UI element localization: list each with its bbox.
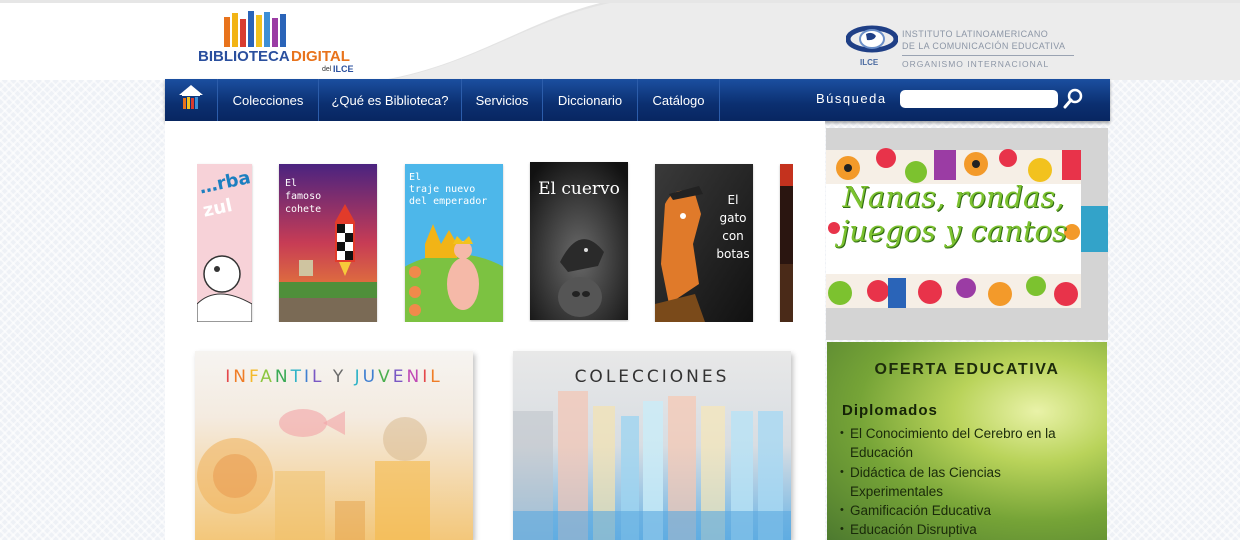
nav-diccionario[interactable]: Diccionario [543, 79, 638, 121]
tile-infantil-title-letter: I [303, 367, 312, 387]
tile-infantil-title-letter: J [354, 367, 363, 387]
logo-del: del [322, 66, 332, 73]
tile-colecciones[interactable]: COLECCIONES [513, 351, 791, 540]
svg-text:botas: botas [716, 247, 749, 261]
logo-word-digital: DIGITAL [291, 48, 350, 65]
logo-word-biblioteca: BIBLIOTECA [198, 48, 290, 65]
ilce-abbreviation: ILCE [860, 58, 879, 67]
tile-colecciones-title: COLECCIONES [574, 367, 730, 387]
logo-book-spine [232, 13, 238, 47]
tile-infantil-title-letter: Y [332, 367, 347, 387]
tile-infantil-title-letter: T [290, 367, 304, 387]
svg-text:del emperador: del emperador [409, 196, 487, 207]
nav-home-button[interactable] [165, 79, 218, 121]
search-button[interactable] [1062, 88, 1084, 110]
svg-text:traje nuevo: traje nuevo [409, 184, 475, 195]
logo-book-spine [272, 18, 278, 47]
diplomado-item[interactable]: El Conocimiento del Cerebro en la Educac… [840, 424, 1095, 463]
banner-title: Nanas, rondas, juegos y cantos [826, 180, 1081, 248]
book-carousel: …rba zul El famoso cohete El traje nuevo… [197, 157, 793, 322]
sidebar: Nanas, rondas, juegos y cantos OFERTA ED… [826, 128, 1108, 540]
tile-infantil-title-letter: L [430, 367, 443, 387]
oferta-subtitle: Diplomados [842, 402, 938, 419]
tile-infantil-title-letter: L [311, 367, 325, 387]
svg-text:cohete: cohete [285, 204, 321, 215]
tile-infantil-title-letter: N [233, 367, 249, 387]
banner-title-line1: Nanas, rondas, [842, 180, 1065, 214]
book-4-title: El [728, 193, 739, 207]
banner-title-line2: juegos y cantos [840, 214, 1067, 248]
diplomado-item[interactable]: Gamificación Educativa [840, 501, 1095, 521]
tile-infantil-title-letter: E [392, 367, 407, 387]
book-1-title: El [285, 178, 297, 189]
logo-book-spine [264, 12, 270, 47]
ilce-org-type: ORGANISMO INTERNACIONAL [902, 59, 1050, 69]
nav-catalogo[interactable]: Catálogo [638, 79, 720, 121]
svg-text:gato: gato [719, 211, 746, 225]
ilce-logo[interactable]: ILCE INSTITUTO LATINOAMERICANO DE LA COM… [846, 25, 1086, 71]
tile-infantil-title-letter: F [248, 367, 261, 387]
tile-infantil-title-letter: A [260, 367, 275, 387]
logo-book-spine [240, 19, 246, 47]
book-2-title: El [409, 172, 421, 183]
nav-servicios[interactable]: Servicios [462, 79, 543, 121]
oferta-title: OFERTA EDUCATIVA [874, 361, 1060, 378]
banner-nanas-rondas[interactable]: Nanas, rondas, juegos y cantos [826, 128, 1108, 340]
magnifier-icon [1063, 88, 1083, 109]
search-label: Búsqueda [816, 91, 887, 106]
logo-book-spine [256, 15, 262, 47]
ilce-name-line2: DE LA COMUNICACIÓN EDUCATIVA [902, 41, 1066, 51]
ilce-globe-icon [846, 25, 898, 53]
tile-infantil-title-letter [346, 367, 354, 387]
logo-ilce: ILCE [333, 64, 354, 74]
tile-infantil-juvenil[interactable]: INFANTIL Y JUVENIL [195, 351, 473, 540]
nav-colecciones[interactable]: Colecciones [218, 79, 319, 121]
tile-infantil-title-letter: N [406, 367, 423, 387]
main-content: …rba zul El famoso cohete El traje nuevo… [165, 121, 825, 540]
ilce-divider [902, 55, 1074, 56]
logo-book-spine [248, 11, 254, 47]
svg-text:con: con [722, 229, 744, 243]
logo-book-stripes [224, 11, 286, 47]
tile-infantil-title-letter: N [274, 367, 291, 387]
tile-infantil-title: INFANTIL Y JUVENIL [195, 367, 473, 387]
tile-infantil-title-letter: V [378, 367, 393, 387]
ilce-name-line1: INSTITUTO LATINOAMERICANO [902, 29, 1049, 39]
oferta-educativa-panel[interactable]: OFERTA EDUCATIVA Diplomados El Conocimie… [827, 342, 1107, 540]
logo-book-spine [224, 17, 230, 47]
book-cover-el-gato-con-botas[interactable]: El gato con botas [655, 164, 753, 322]
book-cover-partial-next[interactable] [780, 164, 793, 322]
nav-que-es-biblioteca[interactable]: ¿Qué es Biblioteca? [319, 79, 462, 121]
tile-infantil-title-letter [324, 367, 332, 387]
diplomado-item[interactable]: Didáctica de las Ciencias Experimentales [840, 463, 1095, 502]
book-cover-partial[interactable]: …rba zul [197, 164, 252, 322]
tile-infantil-title-letter: U [362, 367, 379, 387]
book-cover-el-cuervo[interactable]: El cuervo [530, 162, 628, 320]
search-input[interactable] [900, 90, 1058, 108]
svg-text:famoso: famoso [285, 191, 321, 202]
book-cover-el-famoso-cohete[interactable]: El famoso cohete [279, 164, 377, 322]
home-books-icon [179, 85, 203, 109]
book-cover-el-traje-nuevo-del-emperador[interactable]: El traje nuevo del emperador [405, 164, 503, 322]
logo-book-spine [280, 14, 286, 47]
book-3-title: El cuervo [538, 179, 620, 199]
diplomado-item[interactable]: Educación Disruptiva [840, 520, 1095, 540]
diplomados-list: El Conocimiento del Cerebro en la Educac… [840, 424, 1095, 540]
main-navigation: Colecciones ¿Qué es Biblioteca? Servicio… [165, 79, 1110, 121]
biblioteca-digital-logo[interactable]: BIBLIOTECA DIGITAL del ILCE [196, 11, 362, 75]
site-header: BIBLIOTECA DIGITAL del ILCE ILCE INSTITU… [0, 0, 1240, 80]
